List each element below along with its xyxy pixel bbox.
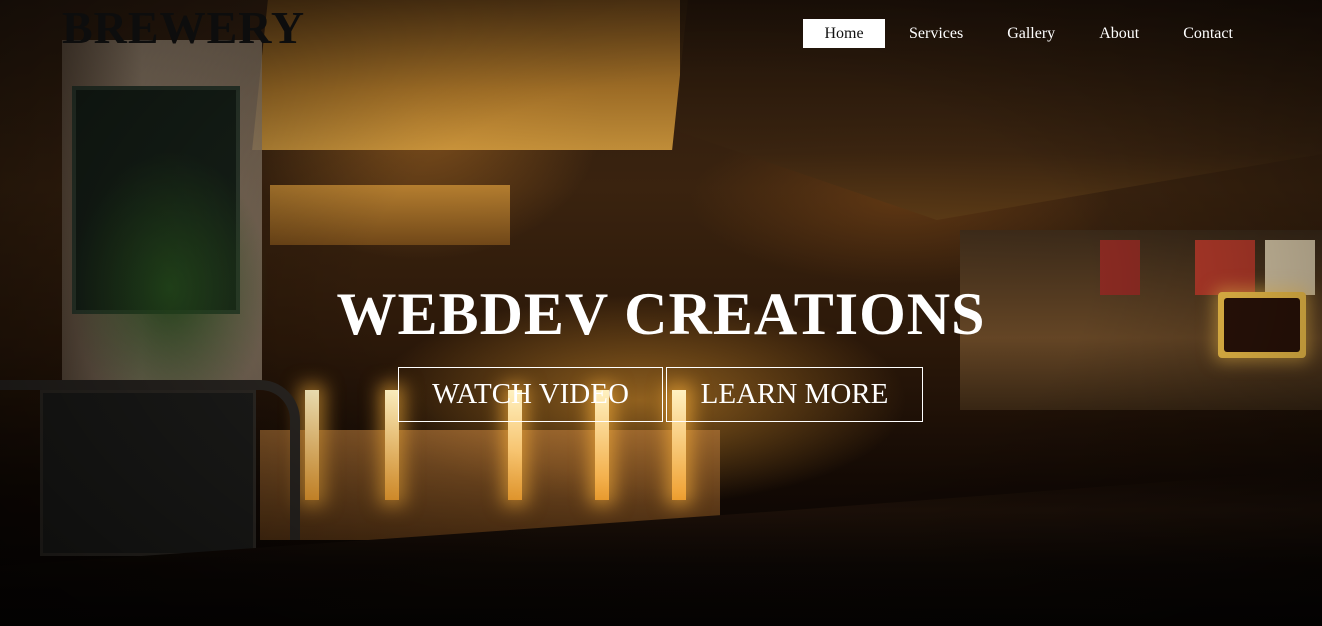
nav-item-services[interactable]: Services (887, 19, 985, 48)
hero-title: WEBDEV CREATIONS (336, 281, 986, 347)
hero-section: BREWERY Home Services Gallery About Cont… (0, 0, 1322, 626)
nav-item-gallery[interactable]: Gallery (985, 19, 1077, 48)
main-nav: Home Services Gallery About Contact (803, 19, 1255, 48)
watch-video-button[interactable]: WATCH VIDEO (398, 367, 663, 422)
nav-item-about[interactable]: About (1077, 19, 1161, 48)
nav-item-contact[interactable]: Contact (1161, 19, 1255, 48)
brand-logo[interactable]: BREWERY (62, 2, 305, 54)
learn-more-button[interactable]: LEARN MORE (666, 367, 923, 422)
nav-item-home[interactable]: Home (803, 19, 885, 48)
